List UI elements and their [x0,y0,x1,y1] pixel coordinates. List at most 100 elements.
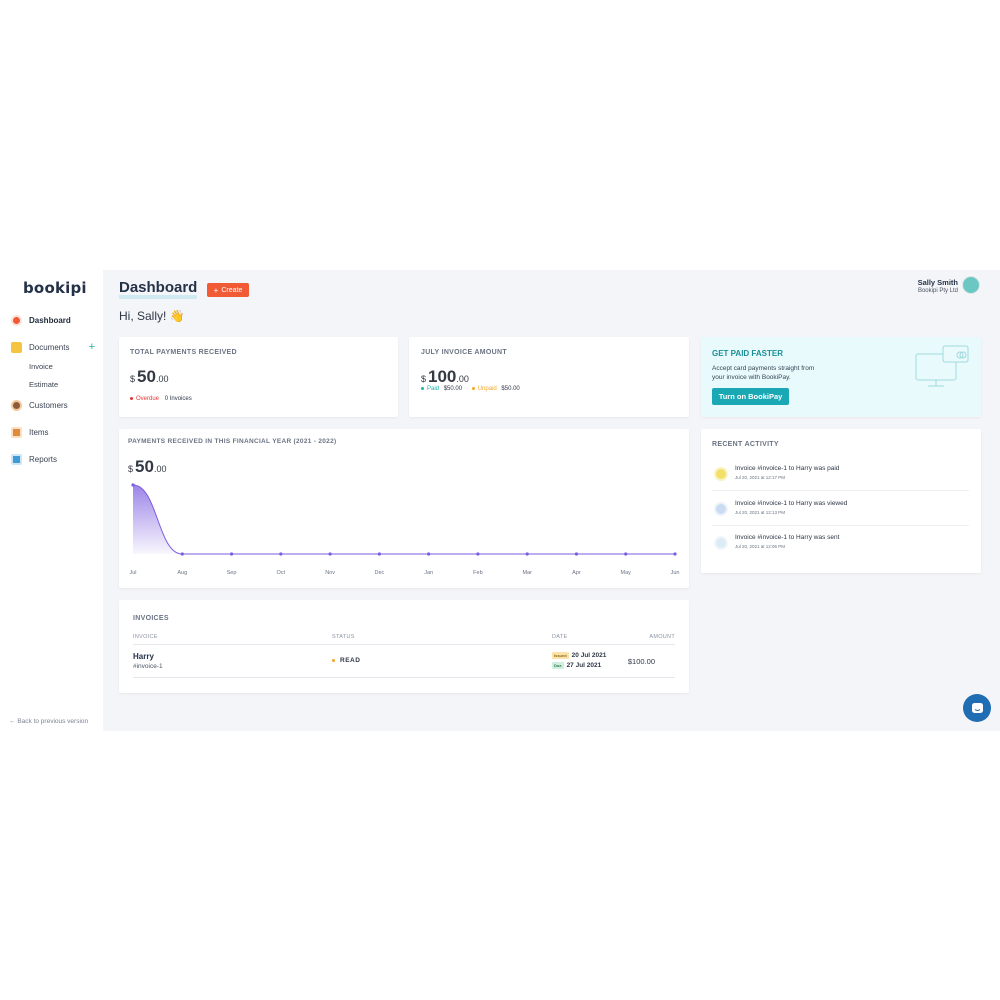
activity-item[interactable]: Invoice #invoice-1 to Harry was viewed J… [712,492,969,526]
data-point-jan[interactable] [427,552,431,556]
overdue-dot [130,396,133,400]
create-button[interactable]: + Create [207,283,249,297]
data-point-aug[interactable] [180,552,184,556]
sidebar-item-label: Items [29,427,49,437]
customers-icon [11,399,22,411]
promo-text-line-1: Accept card payments straight from [712,365,815,372]
paid-unpaid-summary: Paid $50.00 Unpaid $50.00 [421,386,520,392]
overdue-value: 0 Invoices [164,396,192,402]
x-tick-label: Dec [374,570,384,576]
paid-dot [421,386,424,390]
add-document-button[interactable]: + [89,341,95,353]
due-tag: Due [552,662,564,669]
activity-time: Jul 20, 2021 at 12:13 PM [735,510,786,515]
unpaid-value: $50.00 [501,386,520,392]
sidebar-item-label: Customers [29,400,68,410]
data-point-jun[interactable] [673,552,677,556]
x-tick-label: Jun [671,570,680,576]
activity-time: Jul 20, 2021 at 12:17 PM [735,475,786,480]
data-point-jul[interactable] [131,483,135,487]
plus-icon: + [213,285,219,295]
sidebar-item-invoice[interactable]: Invoice [0,357,103,375]
bookipi-logo[interactable]: bookipi [23,279,87,297]
series-line [132,484,675,555]
paid-label: Paid [427,386,440,392]
x-tick-label: Sep [227,570,237,576]
card-title: JULY INVOICE AMOUNT [421,349,507,356]
data-point-mar[interactable] [525,552,529,556]
sidebar-item-customers[interactable]: Customers [0,395,103,415]
status-label: READ [340,657,361,664]
reports-icon [11,453,22,465]
promo-text-line-2: your invoice with BookiPay. [712,374,791,381]
overdue-summary[interactable]: Overdue 0 Invoices [130,396,192,402]
issued-date-value: 20 Jul 2021 [571,652,607,660]
data-point-apr[interactable] [574,552,579,556]
chat-launcher-button[interactable] [963,694,991,722]
arrow-left-icon: ← [9,718,16,725]
total-payments-amount: $ 50 .00 [130,367,168,387]
column-header-amount: AMOUNT [649,634,675,640]
sidebar-item-label: Reports [29,454,58,464]
sidebar-item-estimate[interactable]: Estimate [0,375,103,393]
x-tick-label: Feb [473,570,482,576]
paid-coin-icon [714,467,728,481]
sidebar-item-documents[interactable]: Documents + [0,337,103,357]
activity-item[interactable]: Invoice #invoice-1 to Harry was sent Jul… [712,526,969,560]
user-menu[interactable]: Sally Smith Bookipi Pty Ltd [918,278,958,294]
sidebar-item-label: Documents [29,342,70,352]
company-name: Bookipi Pty Ltd [917,288,958,294]
data-point-may[interactable] [624,552,628,556]
status-badge: READ [332,657,360,664]
invoice-customer: Harry [133,652,154,661]
activity-item[interactable]: Invoice #invoice-1 to Harry was paid Jul… [712,457,969,491]
turn-on-bookipay-button[interactable]: Turn on BookiPay [712,388,789,405]
card-title: INVOICES [133,615,169,622]
activity-text: Invoice #invoice-1 to Harry was paid [735,465,840,472]
recent-activity-card: RECENT ACTIVITY Invoice #invoice-1 to Ha… [701,429,981,573]
sidebar-item-items[interactable]: Items [0,422,103,442]
x-tick-label: Nov [325,570,335,576]
unpaid-dot [471,386,475,390]
sidebar: bookipi Dashboard Documents + Invoice Es… [0,270,103,731]
x-tick-label: Apr [572,570,581,576]
create-button-label: Create [221,286,243,294]
data-point-oct[interactable] [279,552,283,556]
payments-area-chart: Jul Aug Sep Oct Nov Dec Jan Feb Mar Apr May Jun [129,483,680,576]
sidebar-item-reports[interactable]: Reports [0,449,103,469]
greeting: Hi, Sally! 👋 [119,309,185,323]
data-point-sep[interactable] [229,552,234,556]
back-to-previous-version-link[interactable]: ← Back to previous version [9,718,88,725]
sidebar-item-label: Dashboard [29,315,71,325]
invoice-number: #invoice-1 [133,663,163,670]
x-tick-label: May [621,570,632,576]
issued-tag: Issued [552,652,569,659]
activity-text: Invoice #invoice-1 to Harry was sent [735,534,840,541]
chat-icon [971,702,983,713]
sidebar-item-dashboard[interactable]: Dashboard [0,310,103,330]
currency-symbol: $ [421,374,427,384]
x-tick-label: Aug [177,570,187,576]
x-tick-label: Jan [424,570,433,576]
page-title: Dashboard [119,279,198,296]
column-header-invoice: INVOICE [133,634,158,640]
column-header-status: STATUS [332,634,355,640]
due-date: Due 27 Jul 2021 [552,662,601,669]
x-tick-label: Mar [522,570,532,576]
invoices-card: INVOICES INVOICE STATUS DATE AMOUNT Harr… [119,600,689,693]
viewed-document-icon [714,502,728,516]
card-title: RECENT ACTIVITY [712,441,779,448]
avatar[interactable] [962,276,980,294]
activity-text: Invoice #invoice-1 to Harry was viewed [735,500,848,507]
overdue-label: Overdue [136,396,160,402]
table-row[interactable]: Harry #invoice-1 READ Issued 20 Jul 2021 … [133,645,675,678]
data-point-dec[interactable] [377,552,381,556]
promo-title: GET PAID FASTER [712,349,783,358]
items-icon [11,426,22,438]
column-header-date: DATE [552,634,568,640]
data-point-feb[interactable] [476,552,480,556]
sent-paper-plane-icon [714,536,728,550]
data-point-nov[interactable] [328,552,332,556]
computer-card-illustration-icon [915,345,969,387]
x-tick-label: Jul [129,570,136,576]
